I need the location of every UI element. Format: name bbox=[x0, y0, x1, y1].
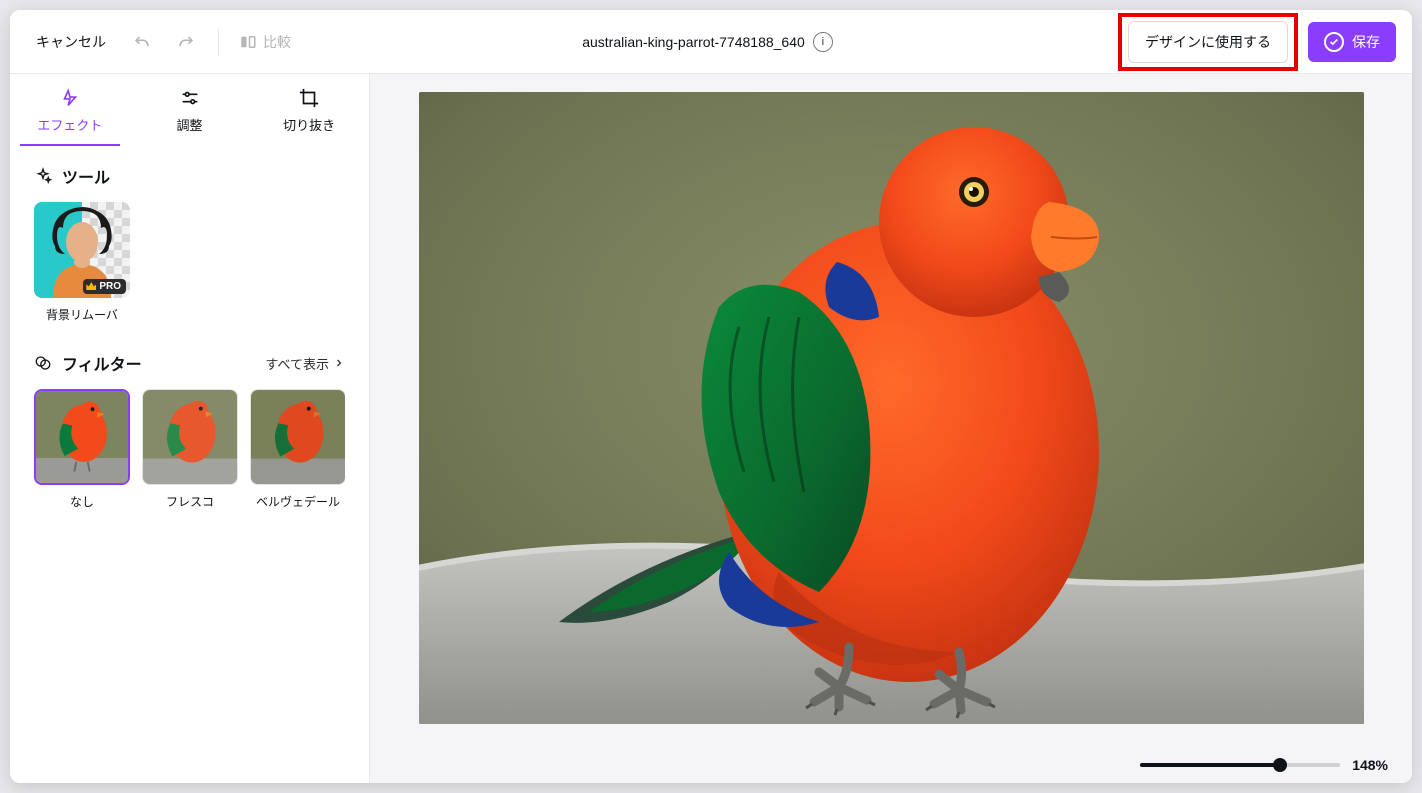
save-button[interactable]: 保存 bbox=[1308, 22, 1396, 62]
info-icon[interactable]: i bbox=[813, 32, 833, 52]
tab-adjust[interactable]: 調整 bbox=[130, 74, 250, 146]
divider bbox=[218, 28, 219, 56]
zoom-value: 148% bbox=[1352, 757, 1388, 773]
zoom-bar: 148% bbox=[1140, 757, 1388, 773]
tab-label: 調整 bbox=[177, 115, 203, 134]
editor-body: エフェクト 調整 切り抜き ツール bbox=[10, 74, 1412, 783]
filter-thumb bbox=[250, 389, 345, 485]
tab-label: エフェクト bbox=[37, 115, 102, 134]
canvas-area: 148% bbox=[370, 74, 1412, 783]
header-actions: デザインに使用する 保存 bbox=[1118, 13, 1396, 71]
adjust-icon bbox=[179, 87, 201, 109]
check-circle-icon bbox=[1324, 32, 1344, 52]
filename: australian-king-parrot-7748188_640 bbox=[582, 34, 805, 50]
header-center: australian-king-parrot-7748188_640 i bbox=[305, 32, 1110, 52]
editor-tabs: エフェクト 調整 切り抜き bbox=[10, 74, 369, 146]
filter-label: フレスコ bbox=[142, 493, 238, 510]
compare-icon bbox=[239, 33, 257, 51]
crop-icon bbox=[298, 87, 320, 109]
tab-crop[interactable]: 切り抜き bbox=[249, 74, 369, 146]
filter-thumb bbox=[34, 389, 130, 485]
filter-thumb bbox=[142, 389, 238, 485]
filter-label: ベルヴェデール bbox=[250, 493, 345, 510]
undo-icon bbox=[132, 32, 152, 52]
undo-button[interactable] bbox=[124, 24, 160, 60]
bg-remover-thumb: PRO bbox=[34, 202, 130, 298]
compare-label: 比較 bbox=[263, 32, 291, 52]
image-editor-modal: キャンセル 比較 australian-king-parrot-7748188_… bbox=[10, 10, 1412, 783]
show-all-link[interactable]: すべて表示 bbox=[265, 354, 345, 373]
chevron-right-icon bbox=[333, 357, 345, 369]
section-title: ツール bbox=[62, 164, 110, 188]
filter-none[interactable]: なし bbox=[34, 389, 130, 510]
tool-label: 背景リムーバ bbox=[34, 306, 130, 323]
use-in-design-button[interactable]: デザインに使用する bbox=[1128, 21, 1288, 63]
bg-remover-tool[interactable]: PRO 背景リムーバ bbox=[34, 202, 130, 323]
zoom-handle[interactable] bbox=[1273, 758, 1287, 772]
sparkle-icon bbox=[34, 167, 52, 185]
main-image[interactable] bbox=[419, 92, 1364, 724]
save-label: 保存 bbox=[1352, 32, 1380, 52]
filters-row: なし bbox=[34, 389, 345, 510]
filter-fresco[interactable]: フレスコ bbox=[142, 389, 238, 510]
tools-heading: ツール bbox=[34, 164, 345, 188]
tab-label: 切り抜き bbox=[283, 115, 335, 134]
redo-icon bbox=[176, 32, 196, 52]
zoom-slider[interactable] bbox=[1140, 763, 1340, 767]
filters-icon bbox=[34, 354, 52, 372]
editor-header: キャンセル 比較 australian-king-parrot-7748188_… bbox=[10, 10, 1412, 74]
filter-label: なし bbox=[34, 493, 130, 510]
sidebar-content: ツール PRO bbox=[10, 146, 369, 528]
filter-belvedere[interactable]: ベルヴェデール bbox=[250, 389, 345, 510]
show-all-label: すべて表示 bbox=[265, 354, 329, 373]
redo-button[interactable] bbox=[168, 24, 204, 60]
tab-effects[interactable]: エフェクト bbox=[10, 74, 130, 146]
section-title: フィルター bbox=[62, 351, 142, 375]
filters-heading: フィルター すべて表示 bbox=[34, 351, 345, 375]
pro-badge: PRO bbox=[83, 279, 126, 294]
effects-icon bbox=[59, 87, 81, 109]
highlight-box: デザインに使用する bbox=[1118, 13, 1298, 71]
sidebar: エフェクト 調整 切り抜き ツール bbox=[10, 74, 370, 783]
compare-button[interactable]: 比較 bbox=[233, 26, 297, 58]
cancel-button[interactable]: キャンセル bbox=[26, 24, 116, 60]
